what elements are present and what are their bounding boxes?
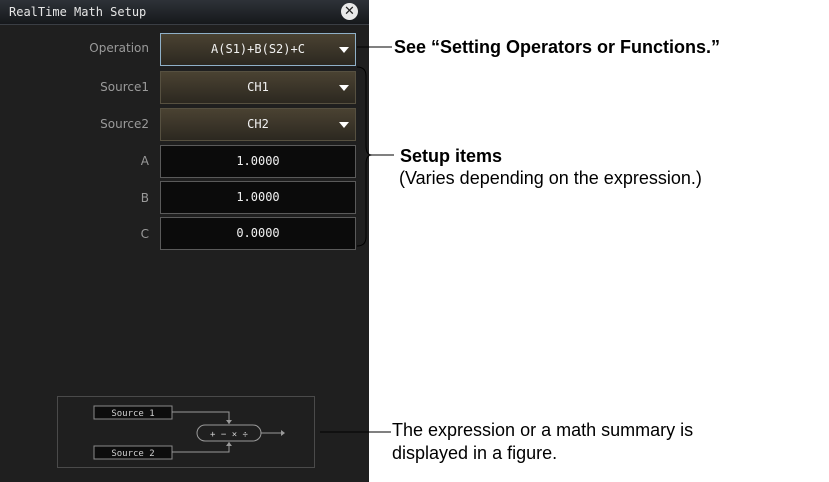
figure-note-line2: displayed in a figure. — [392, 443, 558, 463]
figure-note-line1: The expression or a math summary is — [392, 420, 694, 440]
setup-items-title: Setup items — [400, 146, 503, 166]
setup-items-bracket — [356, 66, 373, 247]
annotation-leaders — [320, 46, 394, 433]
operators-note: See “Setting Operators or Functions.” — [394, 37, 721, 57]
setup-items-subtitle: (Varies depending on the expression.) — [399, 168, 702, 188]
